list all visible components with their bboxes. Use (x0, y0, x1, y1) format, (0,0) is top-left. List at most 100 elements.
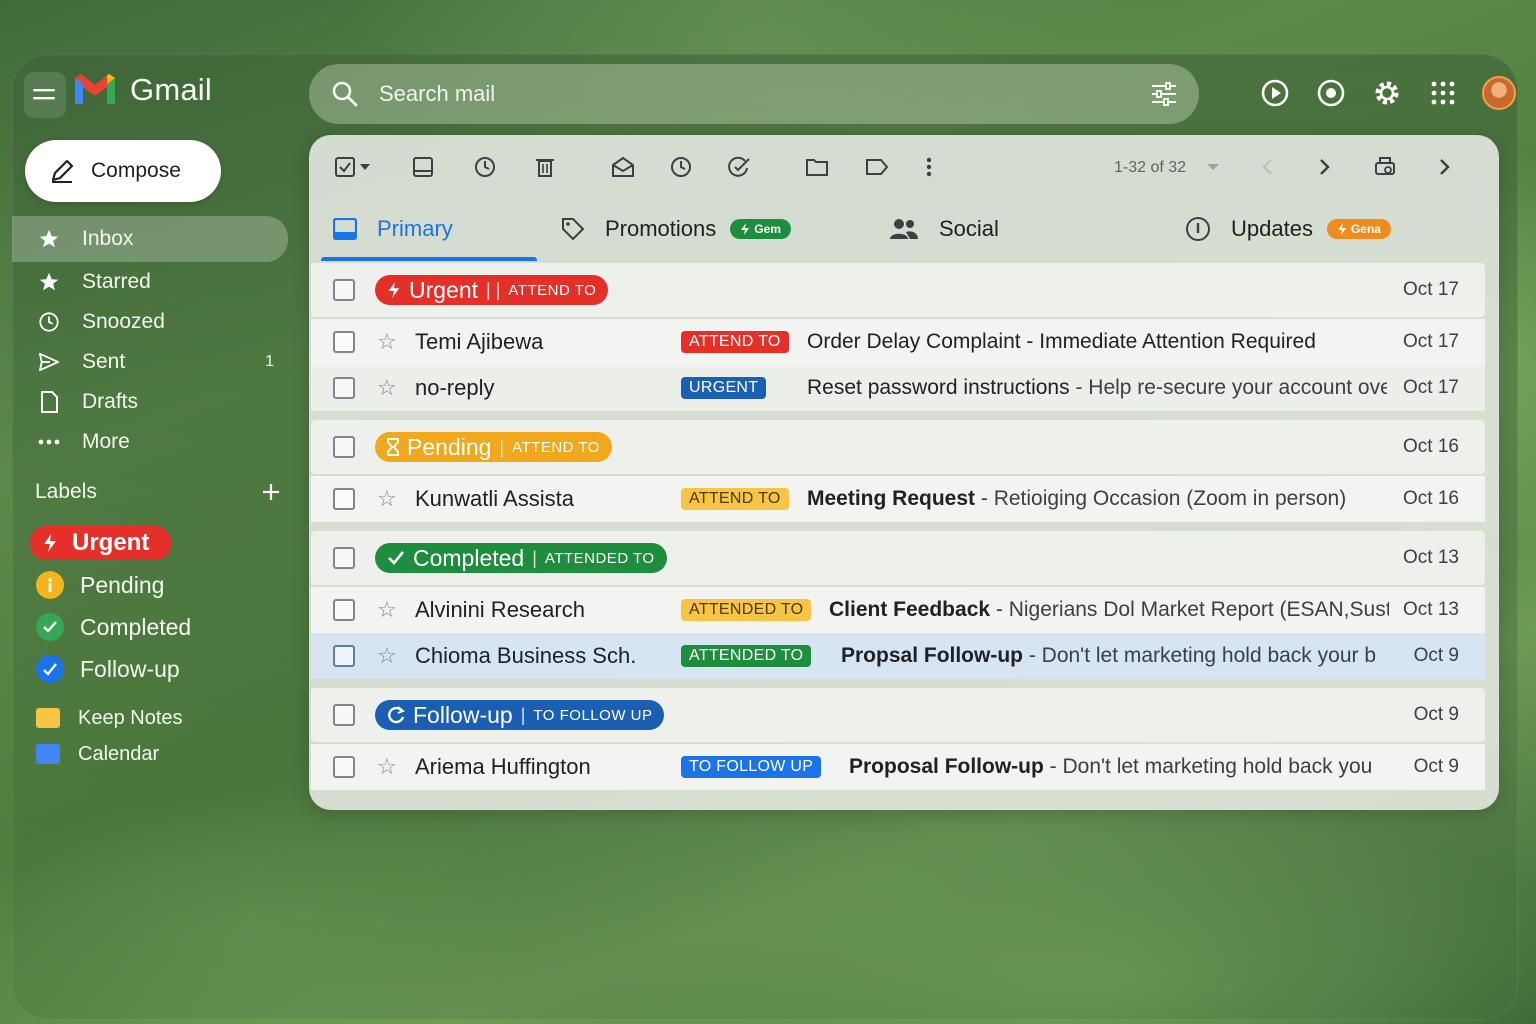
move-to-folder-icon[interactable] (803, 153, 831, 181)
support-icon[interactable] (1314, 76, 1348, 110)
star-outline-icon[interactable]: ☆ (377, 486, 397, 512)
sidebar-item-label: More (82, 430, 130, 453)
email-tag: ATTEND TO (681, 488, 789, 510)
email-tag: ATTENDED TO (681, 599, 812, 621)
add-task-icon[interactable] (725, 153, 753, 181)
row-checkbox[interactable] (333, 377, 355, 399)
star-outline-icon[interactable]: ☆ (377, 375, 397, 401)
row-checkbox[interactable] (333, 279, 355, 301)
email-row[interactable]: ☆ Ariema Huffington TO FOLLOW UP Proposa… (311, 744, 1485, 790)
app-keep-notes[interactable]: Keep Notes (36, 700, 183, 736)
email-row[interactable]: ☆ Temi Ajibewa ATTEND TO Order Delay Com… (311, 319, 1485, 365)
search-input[interactable]: Search mail (379, 81, 1151, 107)
mark-read-icon[interactable] (609, 153, 637, 181)
calendar-icon (36, 744, 60, 764)
mail-panel: 1-32 of 32 Primary Promotions Gem Social… (309, 135, 1499, 810)
row-checkbox[interactable] (333, 645, 355, 667)
prev-page-icon[interactable] (1253, 153, 1281, 181)
star-outline-icon[interactable]: ☆ (377, 329, 397, 355)
star-icon (36, 228, 62, 250)
sidebar-item-inbox[interactable]: Inbox (12, 216, 288, 262)
star-outline-icon[interactable]: ☆ (377, 597, 397, 623)
sidebar-item-label: Drafts (82, 390, 139, 413)
email-subject-line: Meeting Request - Retioiging Occasion (Z… (807, 487, 1387, 511)
email-snippet: - Nigerians Dol Market Report (ESAN,Sust… (990, 598, 1389, 621)
email-subject: Reset password instructions (807, 376, 1070, 399)
email-date: Oct 16 (1403, 488, 1459, 509)
row-checkbox[interactable] (333, 488, 355, 510)
label-item-completed[interactable]: Completed (30, 606, 191, 648)
row-checkbox[interactable] (333, 436, 355, 458)
row-checkbox[interactable] (333, 599, 355, 621)
more-icon (36, 439, 62, 445)
count-dropdown-icon[interactable] (1199, 153, 1227, 181)
next-page-icon[interactable] (1311, 153, 1339, 181)
row-checkbox[interactable] (333, 704, 355, 726)
group-header-follow-up[interactable]: Follow-up | TO FOLLOW UP Oct 9 (311, 688, 1485, 742)
main-menu-button[interactable] (24, 72, 66, 118)
group-header-completed[interactable]: Completed | ATTENDED TO Oct 13 (311, 531, 1485, 585)
email-row[interactable]: ☆ no-reply URGENT Reset password instruc… (311, 365, 1485, 411)
app-calendar[interactable]: Calendar (36, 736, 183, 772)
delete-icon[interactable] (531, 153, 559, 181)
filter-options-icon[interactable] (1151, 82, 1177, 106)
settings-gear-icon[interactable] (1370, 76, 1404, 110)
sidebar-item-starred[interactable]: Starred (12, 262, 288, 302)
email-tag: URGENT (681, 377, 767, 399)
sidebar-nav: Inbox Starred Snoozed Sent 1 Drafts More (12, 216, 288, 462)
tab-social[interactable]: Social (889, 197, 999, 261)
group-pill-urgent: Urgent | | ATTEND TO (375, 275, 609, 305)
tab-promotions[interactable]: Promotions Gem (561, 197, 791, 261)
sidebar-item-drafts[interactable]: Drafts (12, 382, 288, 422)
email-sender: Chioma Business Sch. (415, 643, 637, 668)
email-row[interactable]: ☆ Chioma Business Sch. ATTENDED TO Props… (311, 633, 1485, 679)
search-bar[interactable]: Search mail (309, 64, 1199, 124)
group-date: Oct 13 (1403, 547, 1459, 568)
account-avatar[interactable] (1482, 76, 1516, 110)
label-tag-icon[interactable] (863, 153, 891, 181)
print-icon[interactable] (1371, 153, 1399, 181)
compose-button[interactable]: Compose (25, 140, 221, 202)
sidebar-item-label: Snoozed (82, 310, 165, 333)
hourglass-icon (387, 438, 399, 456)
expand-chevron-icon[interactable] (1431, 153, 1459, 181)
row-checkbox[interactable] (333, 331, 355, 353)
snooze-icon[interactable] (471, 153, 499, 181)
apps-grid-icon[interactable] (1426, 76, 1460, 110)
email-sender: Ariema Huffington (415, 754, 591, 779)
star-outline-icon[interactable]: ☆ (377, 754, 397, 780)
group-pill-pending: Pending | ATTEND TO (375, 432, 612, 462)
star-icon (36, 271, 62, 293)
label-item-pending[interactable]: Pending (30, 564, 191, 606)
email-tag: TO FOLLOW UP (681, 756, 822, 778)
label-item-urgent[interactable]: Urgent (30, 522, 191, 564)
pagination-count[interactable]: 1-32 of 32 (1114, 159, 1186, 177)
clock-icon[interactable] (667, 153, 695, 181)
more-vert-icon[interactable] (915, 153, 943, 181)
group-header-pending[interactable]: Pending | ATTEND TO Oct 16 (311, 420, 1485, 474)
add-label-icon[interactable] (262, 483, 280, 501)
select-all-checkbox-icon[interactable] (331, 153, 359, 181)
email-row[interactable]: ☆ Kunwatli Assista ATTEND TO Meeting Req… (311, 476, 1485, 522)
sidebar-item-snoozed[interactable]: Snoozed (12, 302, 288, 342)
archive-icon[interactable] (409, 153, 437, 181)
search-icon[interactable] (331, 80, 359, 108)
row-checkbox[interactable] (333, 756, 355, 778)
email-subject: Proposal Follow-up (849, 755, 1044, 778)
gmail-logo[interactable]: Gmail (72, 72, 212, 108)
email-row[interactable]: ☆ Alvinini Research ATTENDED TO Client F… (311, 587, 1485, 633)
play-icon[interactable] (1258, 76, 1292, 110)
select-dropdown-icon[interactable] (357, 153, 373, 181)
star-outline-icon[interactable]: ☆ (377, 643, 397, 669)
header-actions (1258, 76, 1516, 110)
tab-updates[interactable]: Updates Gena (1185, 197, 1391, 261)
sidebar-item-more[interactable]: More (12, 422, 288, 462)
label-item-follow-up[interactable]: Follow-up (30, 648, 191, 690)
sidebar-item-sent[interactable]: Sent 1 (12, 342, 288, 382)
tab-primary[interactable]: Primary (333, 197, 453, 261)
row-checkbox[interactable] (333, 547, 355, 569)
people-icon (889, 218, 919, 240)
sidebar-item-label: Inbox (82, 227, 134, 250)
group-header-urgent[interactable]: Urgent | | ATTEND TO Oct 17 (311, 263, 1485, 317)
labels-heading: Labels (35, 480, 97, 503)
